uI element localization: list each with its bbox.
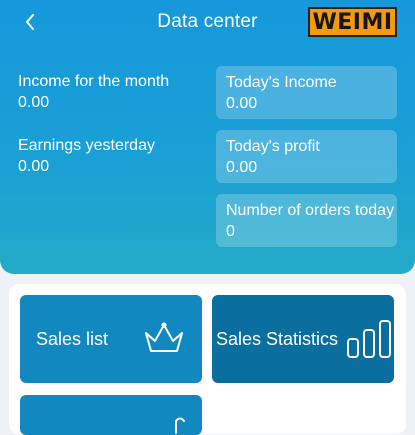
stat-value: 0.00 — [226, 159, 258, 176]
menu-card-partial[interactable] — [20, 395, 202, 435]
stat-label: Earnings yesterday — [18, 137, 155, 154]
stat-value: 0.00 — [18, 94, 50, 111]
stat-today-profit: Today's profit 0.00 — [216, 130, 397, 183]
stat-label: Income for the month — [18, 73, 170, 90]
stat-label: Today's profit — [226, 138, 320, 155]
bar-chart-icon — [347, 320, 391, 358]
card-label: Sales Statistics — [216, 329, 339, 349]
stat-income-month: Income for the month 0.00 — [18, 72, 169, 113]
card-label: Sales list — [36, 329, 109, 349]
sales-statistics-card[interactable]: Sales Statistics — [212, 295, 394, 383]
crown-icon — [145, 322, 183, 352]
stat-value: 0 — [226, 223, 235, 240]
stat-orders-today: Number of orders today 0 — [216, 194, 397, 247]
stat-value: 0.00 — [226, 95, 258, 112]
stat-label: Number of orders today — [226, 202, 395, 219]
stat-label: Today's Income — [226, 74, 337, 91]
menu-card-icon — [175, 417, 185, 434]
brand-logo: WEIMI — [308, 7, 397, 37]
data-center-header: Data center WEIMI Income for the month 0… — [0, 0, 415, 274]
stat-earnings-yesterday: Earnings yesterday 0.00 — [18, 136, 155, 177]
sales-list-card[interactable]: Sales list — [20, 295, 202, 383]
stat-value: 0.00 — [18, 158, 50, 175]
stat-today-income: Today's Income 0.00 — [216, 66, 397, 119]
